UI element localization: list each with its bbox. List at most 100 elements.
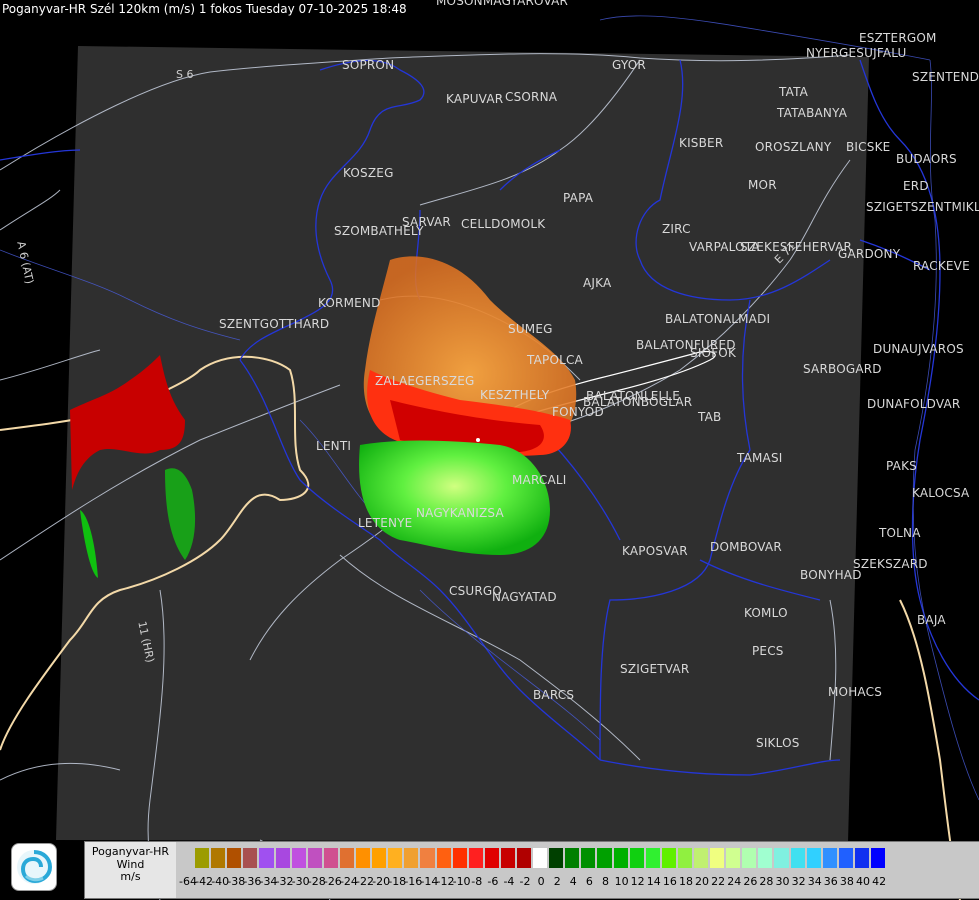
legend-swatches — [179, 848, 888, 868]
city-label-mosonmagyarovar: MOSONMAGYAROVAR — [436, 0, 569, 8]
legend-tick: -10 — [452, 875, 471, 888]
city-label-siklos: SIKLOS — [756, 736, 800, 750]
legend-tick: 8 — [601, 875, 609, 888]
swirl-icon — [17, 850, 53, 884]
legend-swatch — [822, 848, 839, 868]
legend-swatch — [549, 848, 566, 868]
legend-swatch — [356, 848, 373, 868]
city-label-szentendre: SZENTENDRE — [912, 70, 979, 84]
legend-tick: -42 — [195, 875, 214, 888]
legend-swatch — [275, 848, 292, 868]
city-label-dunafoldvar: DUNAFOLDVAR — [867, 397, 961, 411]
city-label-oroszlany: OROSZLANY — [755, 140, 832, 154]
legend-swatch — [726, 848, 743, 868]
legend-tick: -4 — [503, 875, 515, 888]
legend-tick: 32 — [791, 875, 806, 888]
city-label-komlo: KOMLO — [744, 606, 788, 620]
city-label-koszeg: KOSZEG — [343, 166, 394, 180]
city-label-mor: MOR — [748, 178, 777, 192]
legend-swatch — [211, 848, 228, 868]
legend-tick: 38 — [839, 875, 854, 888]
legend-swatch — [484, 848, 501, 868]
legend-tick: 28 — [759, 875, 774, 888]
legend-swatch — [388, 848, 405, 868]
legend-swatch — [758, 848, 775, 868]
city-label-barcs: BARCS — [533, 688, 575, 702]
legend-swatch — [790, 848, 807, 868]
city-label-tab: TAB — [698, 410, 722, 424]
city-label-balatonalmadi: BALATONALMADI — [665, 312, 771, 326]
legend-tick: 2 — [553, 875, 561, 888]
legend-tick: -18 — [388, 875, 407, 888]
legend-tick: 26 — [743, 875, 758, 888]
legend-tick: 42 — [872, 875, 887, 888]
legend-tick: -38 — [227, 875, 246, 888]
legend-tick: 30 — [775, 875, 790, 888]
city-label-csorna: CSORNA — [505, 90, 558, 104]
city-label-lenti: LENTI — [316, 439, 352, 453]
legend-tick: 12 — [630, 875, 645, 888]
legend-swatch — [645, 848, 662, 868]
city-label-gyor: GYOR — [612, 58, 646, 72]
legend-unit: m/s — [120, 870, 141, 883]
legend-swatch — [742, 848, 759, 868]
city-label-zalaegerszeg: ZALAEGERSZEG — [375, 374, 475, 388]
legend-swatch — [565, 848, 582, 868]
legend-swatch — [420, 848, 437, 868]
legend-tick: -34 — [259, 875, 278, 888]
legend-tick: -64 — [179, 875, 197, 888]
radar-site-marker — [476, 438, 480, 442]
legend-swatch — [259, 848, 276, 868]
legend-tick: 6 — [585, 875, 593, 888]
city-label-erd: ERD — [903, 179, 929, 193]
city-label-siofok: SIOFOK — [690, 346, 737, 360]
city-label-tolna: TOLNA — [879, 526, 921, 540]
legend-swatch — [291, 848, 308, 868]
legend-swatch — [436, 848, 453, 868]
legend-swatch — [854, 848, 872, 868]
city-label-kisber: KISBER — [679, 136, 724, 150]
city-label-tamasi: TAMASI — [737, 451, 783, 465]
legend-swatch — [533, 848, 550, 868]
legend-tick: -40 — [211, 875, 230, 888]
legend-tick: 18 — [678, 875, 693, 888]
legend-tick: 34 — [807, 875, 822, 888]
legend-swatch — [339, 848, 357, 868]
city-label-szigetvar: SZIGETVAR — [620, 662, 690, 676]
legend-ticks: -64 -42 -40 -38 -36 -34 -32 -30 -28 -26 -24 -22 -20-… — [179, 875, 887, 888]
city-label-biske: BICSKE — [846, 140, 891, 154]
city-label-sumeg: SUMEG — [508, 322, 553, 336]
city-label-pecs: PECS — [752, 644, 784, 658]
city-label-keszthely: KESZTHELY — [480, 388, 550, 402]
legend-tick: -28 — [307, 875, 326, 888]
legend-tick: -14 — [420, 875, 439, 888]
legend-tick: 36 — [823, 875, 838, 888]
app-logo — [11, 843, 57, 891]
wind-legend: Poganyvar-HR Wind m/s -64 -42 -40 -38 -36 -34… — [84, 841, 979, 899]
legend-tick: 10 — [614, 875, 629, 888]
city-label-szombathely: SZOMBATHELY — [334, 224, 424, 238]
legend-tick: -6 — [487, 875, 499, 888]
radar-map[interactable] — [0, 0, 979, 900]
city-label-szigetszentmiklos: SZIGETSZENTMIKLOS — [866, 200, 979, 214]
legend-swatch — [838, 848, 855, 868]
legend-tick: 40 — [855, 875, 870, 888]
legend-tick: -2 — [519, 875, 531, 888]
legend-swatch — [629, 848, 646, 868]
city-label-tata: TATA — [779, 85, 809, 99]
legend-swatch — [452, 848, 469, 868]
city-label-fonyod: FONYOD — [552, 405, 604, 419]
city-label-nagykanizsa: NAGYKANIZSA — [416, 506, 504, 520]
city-label-kaposvar: KAPOSVAR — [622, 544, 688, 558]
city-label-kalocsa: KALOCSA — [912, 486, 970, 500]
legend-swatch — [179, 848, 196, 868]
legend-tick: -36 — [243, 875, 262, 888]
legend-title: Poganyvar-HR Wind m/s — [85, 842, 176, 898]
legend-tick: 20 — [695, 875, 710, 888]
legend-swatch — [516, 848, 534, 868]
city-label-szentgotthard: SZENTGOTTHARD — [219, 317, 330, 331]
city-label-tatabanya: TATABANYA — [777, 106, 848, 120]
city-label-sopron: SOPRON — [342, 58, 395, 72]
legend-swatch — [195, 848, 212, 868]
city-label-sarbogard: SARBOGARD — [803, 362, 882, 376]
